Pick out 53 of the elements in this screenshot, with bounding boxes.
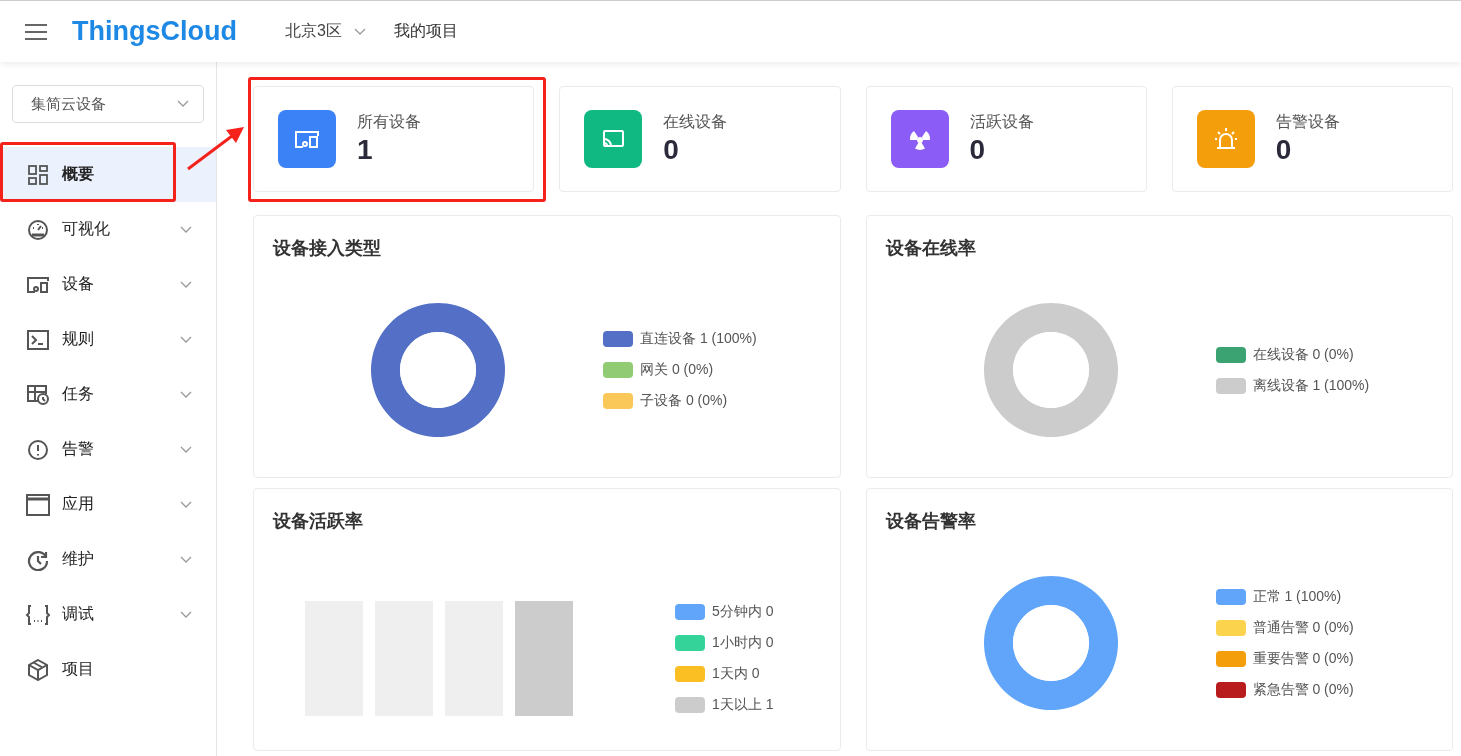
stat-value: 0 (663, 132, 680, 167)
region-dropdown[interactable]: 北京3区 (284, 21, 366, 42)
legend-label: 紧急告警 0 (0%) (1252, 680, 1354, 699)
legend-label: 网关 0 (0%) (640, 361, 714, 379)
sidebar-item[interactable]: 应用 (0, 477, 216, 532)
project-name[interactable]: 我的项目 (393, 21, 458, 42)
clock-refresh-icon (27, 548, 49, 571)
stat-value: 1 (357, 132, 374, 167)
annotation-arrow (186, 124, 246, 172)
stat-value: 0 (1275, 132, 1293, 167)
calendar-clock-icon (26, 383, 50, 406)
sidebar-item[interactable]: 告警 (0, 422, 216, 477)
gauge-icon (27, 218, 49, 241)
menu-icon[interactable] (24, 22, 48, 41)
sidebar-item[interactable]: 设备 (0, 257, 216, 312)
legend-label: 正常 1 (100%) (1252, 587, 1342, 606)
stat-value: 0 (969, 132, 987, 167)
legend-label: 在线设备 0 (0%) (1252, 345, 1354, 364)
legend-label: 子设备 0 (0%) (640, 392, 728, 410)
legend-label: 5分钟内 0 (712, 602, 774, 621)
cube-icon (27, 658, 49, 681)
stat-label: 告警设备 (1275, 111, 1340, 132)
chevron-down-icon (353, 27, 366, 36)
stat-label: 所有设备 (357, 111, 421, 132)
legend-label: 离线设备 1 (100%) (1252, 376, 1370, 395)
exclamation-circle-icon (27, 438, 49, 461)
legend-label: 1天以上 1 (712, 695, 774, 714)
stat-label: 在线设备 (663, 111, 728, 132)
sidebar-item[interactable]: 调试 (0, 587, 216, 642)
terminal-icon (27, 329, 49, 350)
braces-icon (25, 603, 51, 626)
grid-icon (28, 164, 48, 185)
window-icon (26, 493, 50, 516)
stat-label: 活跃设备 (969, 111, 1034, 132)
sidebar-item[interactable]: 维护 (0, 532, 216, 587)
legend-label: 普通告警 0 (0%) (1252, 618, 1354, 637)
chart-title: 设备接入类型 (273, 237, 381, 260)
chart-title: 设备在线率 (885, 237, 976, 260)
legend-label: 1天内 0 (712, 664, 760, 683)
brand-logo[interactable]: ThingsCloud (72, 16, 237, 47)
legend-label: 直连设备 1 (100%) (640, 330, 757, 348)
sidebar-item[interactable]: 规则 (0, 312, 216, 367)
sidebar-item[interactable]: 可视化 (0, 202, 216, 257)
devices-icon (26, 274, 50, 295)
legend-label: 1小时内 0 (712, 633, 774, 652)
legend-label: 重要告警 0 (0%) (1252, 649, 1354, 668)
sidebar-item[interactable]: 任务 (0, 367, 216, 422)
sidebar-item[interactable]: 项目 (0, 642, 216, 697)
chart-title: 设备告警率 (885, 510, 976, 533)
project-selector[interactable]: 集简云设备 (12, 85, 204, 123)
sidebar-item[interactable]: 概要 (0, 147, 216, 202)
chevron-down-icon (177, 100, 189, 108)
chart-title: 设备活跃率 (273, 510, 363, 533)
